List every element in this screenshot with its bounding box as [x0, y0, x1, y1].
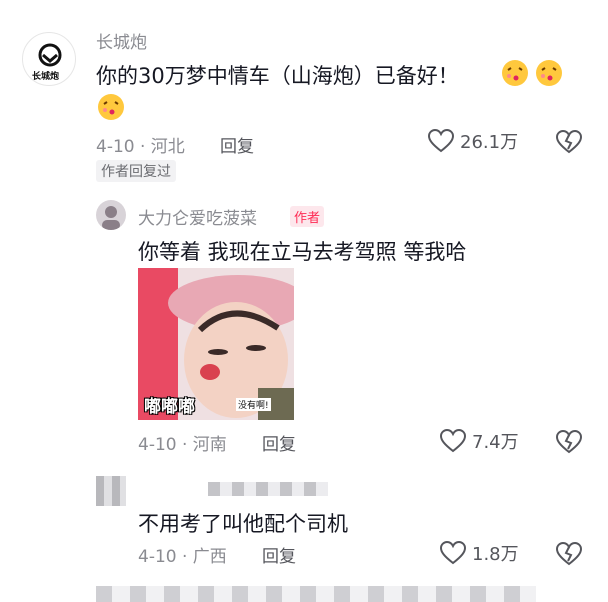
like-button[interactable]: 1.8万 — [440, 540, 519, 566]
next-comment-pixelated — [96, 586, 536, 602]
avatar-pixelated[interactable] — [96, 476, 126, 506]
date-location: 4-10 · 河南 — [138, 435, 227, 455]
user-avatar-icon — [102, 206, 120, 230]
username-pixelated[interactable] — [208, 482, 328, 496]
kiss-emoji-icon — [502, 60, 528, 86]
avatar-label: 长城炮 — [32, 72, 60, 82]
heart-icon — [440, 541, 466, 565]
avatar[interactable] — [96, 200, 126, 230]
author-badge: 作者 — [290, 206, 325, 227]
like-count: 7.4万 — [472, 432, 519, 453]
comment-text: 不用考了叫他配个司机 — [138, 512, 348, 536]
comment-2: 大力仑爱吃菠菜 作者 你等着 我现在立马去考驾照 等我哈 嘟嘟嘟 没有啊! 4-… — [0, 190, 608, 460]
dislike-icon[interactable] — [556, 130, 582, 154]
kiss-emoji-icon — [536, 60, 562, 86]
reply-button[interactable]: 回复 — [220, 132, 254, 157]
like-count: 26.1万 — [460, 132, 519, 153]
avatar[interactable]: 长城炮 — [22, 32, 76, 86]
comment-3: 不用考了叫他配个司机 4-10 · 广西 回复 1.8万 — [0, 462, 608, 572]
heart-icon — [440, 429, 466, 453]
like-button[interactable]: 7.4万 — [440, 428, 519, 454]
date-location: 4-10 · 广西 — [138, 547, 227, 567]
like-button[interactable]: 26.1万 — [428, 128, 518, 154]
comment-text: 你的30万梦中情车（山海炮）已备好！ — [96, 64, 459, 88]
author-replied-tag: 作者回复过 — [96, 160, 176, 182]
dislike-icon[interactable] — [556, 542, 582, 566]
like-count: 1.8万 — [472, 544, 519, 565]
comment-1: 长城炮 长城炮 你的30万梦中情车（山海炮）已备好！ 4-10 · 河北 回复 … — [0, 0, 608, 190]
reply-button[interactable]: 回复 — [262, 542, 296, 567]
dislike-icon[interactable] — [556, 430, 582, 454]
date-location: 4-10 · 河北 — [96, 137, 185, 157]
kiss-emoji-icon — [98, 94, 124, 120]
username[interactable]: 大力仑爱吃菠菜 — [138, 204, 257, 229]
sticker-small-text: 没有啊! — [236, 398, 271, 411]
heart-icon — [428, 129, 454, 153]
username[interactable]: 长城炮 — [96, 28, 147, 53]
comment-text: 你等着 我现在立马去考驾照 等我哈 — [138, 240, 467, 264]
reply-button[interactable]: 回复 — [262, 430, 296, 455]
sticker-image[interactable]: 嘟嘟嘟 没有啊! — [138, 268, 294, 420]
sticker-caption: 嘟嘟嘟 — [144, 397, 195, 417]
